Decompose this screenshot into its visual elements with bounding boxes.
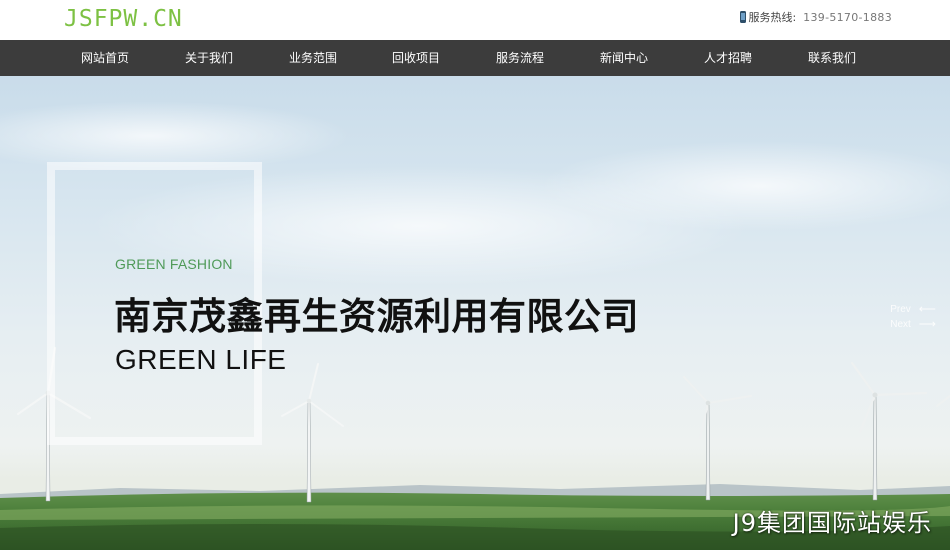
watermark-text: J9集团国际站娱乐 (732, 509, 932, 537)
slider-next-button[interactable]: Next ⟶ (890, 317, 936, 331)
wind-turbine (683, 376, 752, 501)
wind-turbine (936, 395, 950, 407)
hero-headline: 南京茂鑫再生资源利用有限公司 (114, 295, 639, 338)
hotline-label: 服务热线: (748, 11, 797, 24)
prev-label: Prev (890, 303, 911, 315)
hero-banner: GREEN FASHION 南京茂鑫再生资源利用有限公司 GREEN LIFE … (0, 76, 950, 550)
nav-item-news[interactable]: 新闻中心 (574, 40, 674, 76)
site-logo[interactable]: JSFPW.CN (64, 6, 183, 32)
hero-eyebrow: GREEN FASHION (115, 256, 233, 272)
arrow-right-icon: ⟶ (918, 317, 936, 331)
wind-turbine (281, 363, 344, 503)
hotline: 服务热线: 139-5170-1883 (740, 9, 892, 25)
wind-turbine (850, 361, 928, 501)
next-label: Next (890, 318, 911, 330)
hotline-number: 139-5170-1883 (803, 10, 892, 24)
nav-item-about[interactable]: 关于我们 (159, 40, 259, 76)
arrow-left-icon: ⟵ (918, 302, 936, 316)
hero-subhead: GREEN LIFE (115, 344, 287, 375)
main-nav: 网站首页 关于我们 业务范围 回收项目 服务流程 新闻中心 人才招聘 联系我们 (0, 40, 950, 76)
nav-item-business[interactable]: 业务范围 (263, 40, 363, 76)
site-header: JSFPW.CN 服务热线: 139-5170-1883 (0, 0, 950, 40)
nav-item-careers[interactable]: 人才招聘 (678, 40, 778, 76)
phone-icon (740, 11, 747, 23)
slider-prev-button[interactable]: Prev ⟵ (890, 302, 936, 316)
nav-item-process[interactable]: 服务流程 (470, 40, 570, 76)
nav-item-recycling[interactable]: 回收项目 (366, 40, 466, 76)
nav-item-home[interactable]: 网站首页 (55, 40, 155, 76)
nav-item-contact[interactable]: 联系我们 (782, 40, 882, 76)
